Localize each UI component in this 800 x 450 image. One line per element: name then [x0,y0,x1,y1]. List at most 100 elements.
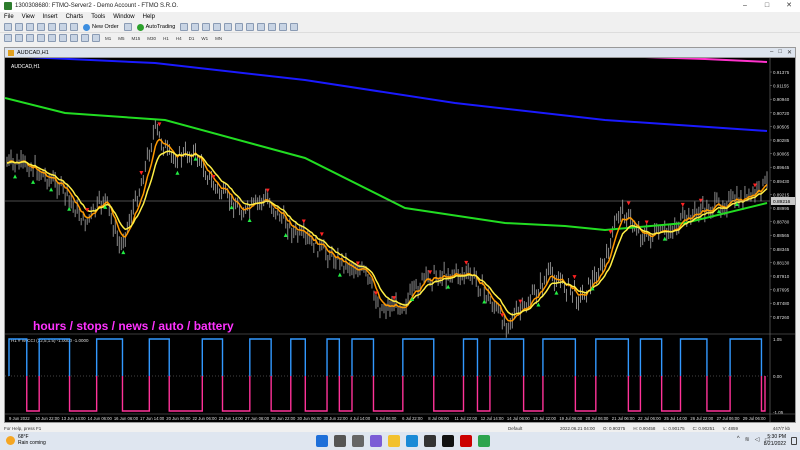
text-tool-icon[interactable] [81,34,89,42]
time-label: 25 Jul 14:00 [664,416,687,421]
time-label: 22 Jul 06:00 [638,416,661,421]
weather-icon [6,435,15,445]
new-chart-icon[interactable] [4,23,12,31]
file-explorer-icon[interactable] [388,435,400,447]
auto-scroll-icon[interactable] [246,23,255,31]
time-label: 5 Jul 06:00 [376,416,397,421]
price-label: 0.87480 [773,301,790,306]
vertical-line-icon[interactable] [26,34,34,42]
search-icon[interactable] [334,435,346,447]
trendline-icon[interactable] [48,34,56,42]
chart-minimize-icon[interactable]: – [770,49,773,56]
menu-view[interactable]: View [22,14,35,20]
profiles-icon[interactable] [15,23,23,31]
terminal-icon[interactable] [59,23,67,31]
metatrader-icon[interactable] [478,435,490,447]
time-label: 28 Jun 22:00 [271,416,296,421]
time-label: 11 Jul 22:00 [455,416,478,421]
fibonacci-icon[interactable] [70,34,78,42]
chart-shift-icon[interactable] [257,23,266,31]
price-label: 0.88345 [773,247,790,252]
taskbar-clock[interactable]: 5:30 PM 8/21/2022 [764,434,786,448]
autotrading-button[interactable]: AutoTrading [135,23,178,31]
opera-icon[interactable] [460,435,472,447]
chart-window[interactable]: AUDCAD,H1 – □ ✕ AUDCAD,H1 hours / stops … [4,47,796,423]
candlestick-icon[interactable] [191,23,200,31]
price-chart[interactable]: AUDCAD,H1 hours / stops / news / auto / … [5,58,795,422]
templates-icon[interactable] [290,23,299,31]
timeframe-h1[interactable]: H1 [161,36,171,41]
line-chart-icon[interactable] [202,23,211,31]
navigator-icon[interactable] [48,23,56,31]
task-view-icon[interactable] [352,435,364,447]
time-label: 15 Jul 22:00 [533,416,556,421]
overlay-status-text: hours / stops / news / auto / battery [33,319,234,333]
time-label: 17 Jun 14:00 [140,416,165,421]
window-title: 1300308680: FTMO-Server2 - Demo Account … [15,3,179,9]
bar-chart-icon[interactable] [180,23,189,31]
current-price-label: 0.89216 [773,199,791,205]
timeframe-m1[interactable]: M1 [103,36,113,41]
crosshair-icon[interactable] [15,34,23,42]
metaeditor-icon[interactable] [123,23,132,31]
time-label: 14 Jun 06:00 [88,416,113,421]
minimize-icon[interactable]: – [734,0,756,12]
menu-insert[interactable]: Insert [43,14,58,20]
data-window-icon[interactable] [37,23,45,31]
status-help: For Help, press F1 [4,426,42,431]
wifi-icon[interactable]: ≋ [745,436,750,443]
menu-file[interactable]: File [4,14,14,20]
indicator-scale-mid: 0.00 [773,374,782,379]
notification-icon[interactable] [791,437,797,445]
status-profile[interactable]: Default [508,426,522,431]
teams-icon[interactable] [370,435,382,447]
volume-icon[interactable]: ◁ [755,436,760,443]
market-watch-icon[interactable] [26,23,34,31]
arrows-icon[interactable] [92,34,100,42]
periods-icon[interactable] [279,23,288,31]
close-icon[interactable]: ✕ [778,0,800,12]
menu-window[interactable]: Window [113,14,134,20]
strategy-tester-icon[interactable] [70,23,78,31]
timeframe-h4[interactable]: H4 [174,36,184,41]
timeframe-m5[interactable]: M5 [116,36,126,41]
maximize-icon[interactable]: □ [756,0,778,12]
indicators-icon[interactable] [268,23,277,31]
chevron-up-icon[interactable]: ^ [737,436,740,443]
menu-charts[interactable]: Charts [66,14,84,20]
windows-start-icon[interactable] [316,435,328,447]
price-label: 0.88565 [773,233,790,238]
status-connection[interactable]: 447/7 kb [773,426,790,431]
chart-maximize-icon[interactable]: □ [778,49,782,56]
store-icon[interactable] [424,435,436,447]
tile-windows-icon[interactable] [235,23,244,31]
new-order-label: New Order [92,24,119,30]
timeframe-d1[interactable]: D1 [187,36,197,41]
zoom-in-icon[interactable] [213,23,222,31]
new-order-button[interactable]: New Order [81,23,121,31]
status-open: O: 0.90375 [603,426,626,431]
price-label: 0.88995 [773,206,790,211]
zoom-out-icon[interactable] [224,23,233,31]
weather-widget[interactable]: 68°F Rain coming [6,434,46,446]
timeframe-mn[interactable]: MN [213,36,224,41]
time-label: 23 Jun 14:00 [219,416,244,421]
window-controls: – □ ✕ [734,0,800,12]
menu-tools[interactable]: Tools [91,14,105,20]
cursor-icon[interactable] [4,34,12,42]
horizontal-line-icon[interactable] [37,34,45,42]
time-label: 10 Jun 22:00 [35,416,60,421]
time-label: 12 Jul 14:00 [481,416,504,421]
tradingview-icon[interactable] [442,435,454,447]
time-label: 14 Jul 06:00 [507,416,530,421]
channel-icon[interactable] [59,34,67,42]
timeframe-w1[interactable]: W1 [199,36,210,41]
price-label: 0.87910 [773,274,790,279]
time-label: 6 Jul 22:00 [402,416,423,421]
time-label: 29 Jul 06:00 [743,416,766,421]
edge-icon[interactable] [406,435,418,447]
chart-close-icon[interactable]: ✕ [787,49,792,56]
timeframe-m15[interactable]: M15 [130,36,143,41]
timeframe-m30[interactable]: M30 [145,36,158,41]
menu-help[interactable]: Help [143,14,155,20]
